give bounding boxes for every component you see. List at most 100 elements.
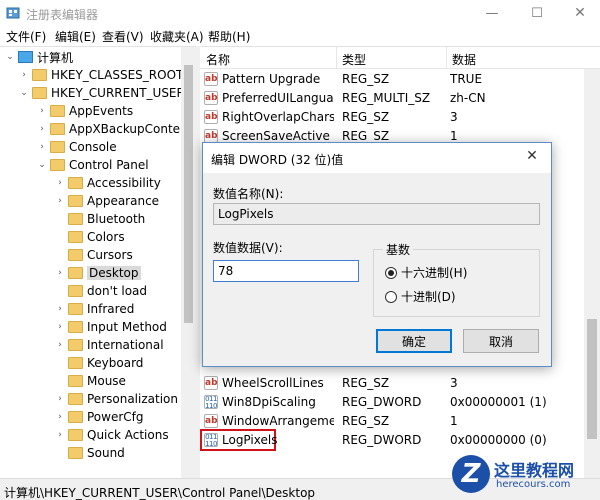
- tree-node[interactable]: › Input Method: [54, 318, 167, 336]
- tree-node[interactable]: Cursors: [54, 246, 133, 264]
- tree-node[interactable]: › Personalization: [54, 390, 178, 408]
- tree-node-label: Quick Actions: [87, 428, 169, 442]
- folder-icon: [68, 375, 83, 387]
- menu-help[interactable]: 帮助(H): [208, 28, 250, 45]
- value-data-input[interactable]: [213, 260, 359, 282]
- tree-node[interactable]: ⌄ Control Panel: [36, 156, 148, 174]
- chevron-right-icon[interactable]: ›: [18, 70, 30, 80]
- tree-node[interactable]: Keyboard: [54, 354, 143, 372]
- tree-scrollbar[interactable]: [181, 47, 196, 478]
- column-header-type[interactable]: 类型: [342, 51, 366, 68]
- tree-node[interactable]: ⌄ HKEY_CURRENT_USER: [18, 84, 185, 102]
- tree-node[interactable]: › Console: [36, 138, 116, 156]
- table-row[interactable]: ab PreferredUILangua... REG_MULTI_SZ zh-…: [200, 89, 584, 108]
- column-header-data[interactable]: 数据: [452, 51, 476, 68]
- tree-node-label: Bluetooth: [87, 212, 146, 226]
- chevron-right-icon[interactable]: ›: [36, 106, 48, 116]
- chevron-right-icon[interactable]: ›: [54, 178, 66, 188]
- edit-dword-dialog: 编辑 DWORD (32 位)值 ✕ 数值名称(N): LogPixels 数值…: [202, 142, 552, 367]
- value-data: TRUE: [450, 72, 483, 86]
- tree-node[interactable]: › Quick Actions: [54, 426, 169, 444]
- tree-node[interactable]: Mouse: [54, 372, 126, 390]
- chevron-right-icon[interactable]: ›: [36, 124, 48, 134]
- tree-node-label: Appearance: [87, 194, 160, 208]
- chevron-right-icon[interactable]: ›: [54, 412, 66, 422]
- tree-node-label: AppXBackupConter: [69, 122, 185, 136]
- tree-node-selected[interactable]: › Desktop: [54, 264, 141, 282]
- menu-bar: 文件(F) 编辑(E) 查看(V) 收藏夹(A) 帮助(H): [0, 26, 600, 46]
- radio-dec-label[interactable]: 十进制(D): [401, 288, 456, 305]
- value-type: REG_SZ: [342, 110, 390, 124]
- chevron-right-icon[interactable]: ›: [54, 340, 66, 350]
- tree-node-label: Accessibility: [87, 176, 161, 190]
- tree-node-label: International: [87, 338, 164, 352]
- minimize-button[interactable]: —: [470, 0, 514, 26]
- dialog-title: 编辑 DWORD (32 位)值: [211, 153, 344, 167]
- value-data-label: 数值数据(V):: [213, 241, 283, 255]
- chevron-right-icon[interactable]: ›: [54, 322, 66, 332]
- folder-icon: [68, 357, 83, 369]
- menu-favorites[interactable]: 收藏夹(A): [150, 28, 204, 45]
- dialog-close-button[interactable]: ✕: [521, 148, 543, 168]
- radio-dec[interactable]: 十进制(D): [385, 288, 456, 305]
- table-row[interactable]: ab WheelScrollLines REG_SZ 3: [200, 374, 584, 393]
- table-row[interactable]: ab Pattern Upgrade REG_SZ TRUE: [200, 70, 584, 89]
- column-header-name[interactable]: 名称: [206, 51, 230, 68]
- tree-node[interactable]: ⌄ 计算机: [4, 48, 73, 66]
- radio-hex[interactable]: 十六进制(H): [385, 264, 467, 281]
- tree-scrollbar-thumb[interactable]: [184, 65, 193, 323]
- list-scrollbar-thumb[interactable]: [587, 319, 597, 439]
- value-name: WindowArrangeme...: [222, 414, 334, 428]
- string-value-icon: ab: [204, 110, 218, 124]
- tree-node[interactable]: › PowerCfg: [54, 408, 143, 426]
- tree-node[interactable]: › AppXBackupConter: [36, 120, 185, 138]
- maximize-button[interactable]: ☐: [515, 0, 559, 26]
- chevron-right-icon[interactable]: ›: [54, 430, 66, 440]
- cancel-button[interactable]: 取消: [463, 329, 539, 353]
- radio-dec-indicator[interactable]: [385, 290, 397, 303]
- table-row[interactable]: 011 110 Win8DpiScaling REG_DWORD 0x000000…: [200, 393, 584, 412]
- tree-node[interactable]: › Infrared: [54, 300, 134, 318]
- chevron-down-icon[interactable]: ⌄: [18, 88, 30, 98]
- table-row-highlighted[interactable]: 011 110 LogPixels REG_DWORD 0x00000000 (0…: [200, 429, 584, 451]
- base-groupbox: [373, 249, 540, 317]
- chevron-right-icon[interactable]: ›: [36, 142, 48, 152]
- tree-node[interactable]: › Accessibility: [54, 174, 161, 192]
- base-group-label: 基数: [383, 241, 414, 258]
- chevron-right-icon[interactable]: ›: [54, 196, 66, 206]
- menu-edit[interactable]: 编辑(E): [55, 28, 96, 45]
- column-divider[interactable]: [446, 47, 447, 69]
- tree-node[interactable]: don't load: [54, 282, 147, 300]
- tree-node[interactable]: Colors: [54, 228, 125, 246]
- tree-node-label: HKEY_CLASSES_ROOT: [51, 68, 184, 82]
- folder-icon: [50, 159, 65, 171]
- tree-node[interactable]: › International: [54, 336, 164, 354]
- chevron-right-icon[interactable]: ›: [54, 304, 66, 314]
- tree-node[interactable]: › Appearance: [54, 192, 159, 210]
- chevron-right-icon[interactable]: ›: [54, 268, 66, 278]
- radio-hex-label[interactable]: 十六进制(H): [401, 264, 467, 281]
- table-row[interactable]: ab RightOverlapChars REG_SZ 3: [200, 108, 584, 127]
- tree-node[interactable]: › HKEY_CLASSES_ROOT: [18, 66, 183, 84]
- chevron-right-icon[interactable]: ›: [54, 394, 66, 404]
- registry-tree[interactable]: ⌄ 计算机 › HKEY_CLASSES_ROOT ⌄ HKEY_CURRENT…: [0, 46, 196, 478]
- tree-node[interactable]: › AppEvents: [36, 102, 133, 120]
- folder-icon: [68, 303, 83, 315]
- value-data: 3: [450, 110, 458, 124]
- value-data: 3: [450, 376, 458, 390]
- menu-file[interactable]: 文件(F): [6, 28, 46, 45]
- value-type: REG_SZ: [342, 414, 390, 428]
- list-scrollbar[interactable]: [584, 69, 600, 478]
- chevron-down-icon[interactable]: ⌄: [4, 52, 16, 62]
- chevron-down-icon[interactable]: ⌄: [36, 160, 48, 170]
- tree-node[interactable]: Bluetooth: [54, 210, 145, 228]
- dialog-title-bar[interactable]: 编辑 DWORD (32 位)值 ✕: [203, 143, 551, 173]
- folder-icon: [68, 429, 83, 441]
- tree-node[interactable]: Sound: [54, 444, 125, 462]
- close-button[interactable]: ✕: [558, 0, 600, 26]
- radio-hex-indicator[interactable]: [385, 266, 397, 279]
- menu-view[interactable]: 查看(V): [102, 28, 144, 45]
- folder-icon: [68, 339, 83, 351]
- column-divider[interactable]: [336, 47, 337, 69]
- ok-button[interactable]: 确定: [376, 329, 452, 353]
